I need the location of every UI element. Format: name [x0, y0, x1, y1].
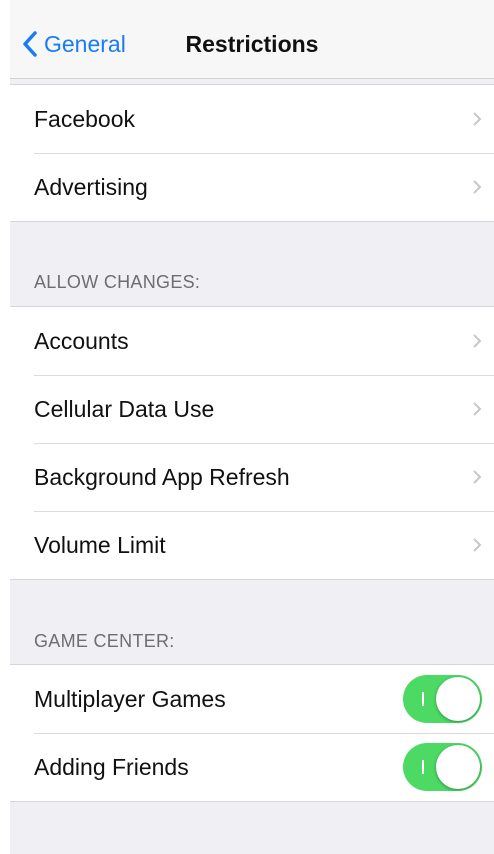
row-advertising[interactable]: Advertising	[10, 153, 494, 221]
row-background-app-refresh[interactable]: Background App Refresh	[10, 443, 494, 511]
back-label: General	[44, 30, 126, 57]
multiplayer-games-toggle[interactable]	[403, 675, 482, 723]
chevron-right-icon	[472, 469, 482, 490]
toggle-knob	[436, 677, 480, 721]
row-facebook[interactable]: Facebook	[10, 85, 494, 153]
toggle-on-indicator	[422, 692, 424, 706]
chevron-right-icon	[472, 537, 482, 558]
row-label: Cellular Data Use	[34, 395, 215, 422]
row-multiplayer-games: Multiplayer Games	[10, 665, 494, 733]
chevron-left-icon	[22, 30, 38, 58]
group-allow-changes: Accounts Cellular Data Use Background Ap…	[10, 306, 494, 580]
row-label: Adding Friends	[34, 753, 189, 780]
row-label: Multiplayer Games	[34, 685, 226, 712]
chevron-right-icon	[472, 179, 482, 200]
row-label: Accounts	[34, 327, 129, 354]
navigation-bar: General Restrictions	[10, 0, 494, 79]
row-label: Facebook	[34, 105, 136, 132]
row-cellular-data-use[interactable]: Cellular Data Use	[10, 375, 494, 443]
row-label: Volume Limit	[34, 531, 166, 558]
settings-screen: General Restrictions Facebook Advertisin…	[10, 0, 494, 854]
back-button[interactable]: General	[22, 22, 126, 66]
row-label: Advertising	[34, 173, 148, 200]
group-game-center: Multiplayer Games Adding Friends	[10, 664, 494, 802]
section-header-game-center: GAME CENTER:	[34, 631, 175, 651]
row-adding-friends: Adding Friends	[10, 733, 494, 801]
row-label: Background App Refresh	[34, 463, 290, 490]
chevron-right-icon	[472, 401, 482, 422]
toggle-on-indicator	[422, 760, 424, 774]
chevron-right-icon	[472, 111, 482, 132]
adding-friends-toggle[interactable]	[403, 743, 482, 791]
row-volume-limit[interactable]: Volume Limit	[10, 511, 494, 579]
chevron-right-icon	[472, 333, 482, 354]
section-header-allow-changes: ALLOW CHANGES:	[34, 272, 201, 292]
toggle-knob	[436, 745, 480, 789]
group-content: Facebook Advertising	[10, 84, 494, 222]
row-accounts[interactable]: Accounts	[10, 307, 494, 375]
